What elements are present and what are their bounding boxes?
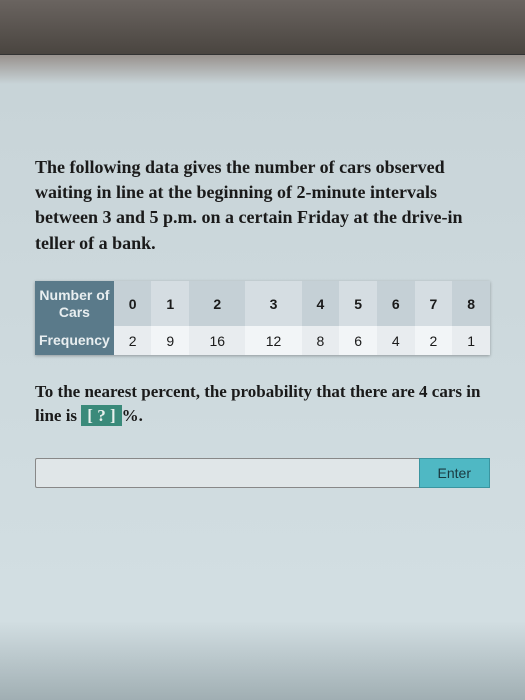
freq-cell: 8 bbox=[302, 326, 340, 355]
cars-cell: 8 bbox=[452, 281, 490, 327]
cars-cell: 1 bbox=[151, 281, 189, 327]
question-text: The following data gives the number of c… bbox=[35, 155, 490, 256]
freq-cell: 12 bbox=[245, 326, 301, 355]
cars-cell: 2 bbox=[189, 281, 245, 327]
row-header-cars: Number of Cars bbox=[35, 281, 114, 327]
top-dark-band bbox=[0, 0, 525, 55]
freq-cell: 2 bbox=[415, 326, 453, 355]
freq-cell: 6 bbox=[339, 326, 377, 355]
freq-cell: 4 bbox=[377, 326, 415, 355]
row-header-frequency: Frequency bbox=[35, 326, 114, 355]
cars-cell: 3 bbox=[245, 281, 301, 327]
freq-cell: 16 bbox=[189, 326, 245, 355]
prompt-text: To the nearest percent, the probability … bbox=[35, 380, 490, 428]
freq-cell: 2 bbox=[114, 326, 152, 355]
answer-blank: [ ? ] bbox=[81, 405, 121, 426]
content-area: The following data gives the number of c… bbox=[0, 55, 525, 488]
bottom-shadow bbox=[0, 620, 525, 700]
cars-cell: 0 bbox=[114, 281, 152, 327]
enter-button[interactable]: Enter bbox=[419, 458, 490, 488]
cars-cell: 7 bbox=[415, 281, 453, 327]
cars-cell: 6 bbox=[377, 281, 415, 327]
cars-cell: 4 bbox=[302, 281, 340, 327]
input-row: Enter bbox=[35, 458, 490, 488]
table-row-frequency: Frequency 2 9 16 12 8 6 4 2 1 bbox=[35, 326, 490, 355]
prompt-post: %. bbox=[122, 406, 143, 425]
cars-cell: 5 bbox=[339, 281, 377, 327]
table-row-cars: Number of Cars 0 1 2 3 4 5 6 7 8 bbox=[35, 281, 490, 327]
freq-cell: 1 bbox=[452, 326, 490, 355]
answer-input[interactable] bbox=[35, 458, 419, 488]
freq-cell: 9 bbox=[151, 326, 189, 355]
data-table: Number of Cars 0 1 2 3 4 5 6 7 8 Frequen… bbox=[35, 281, 490, 355]
